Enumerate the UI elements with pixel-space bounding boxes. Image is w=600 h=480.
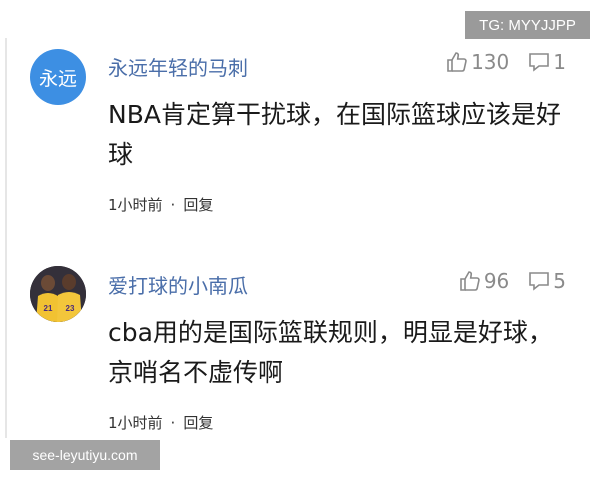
comment-bubble-icon [527, 269, 551, 293]
top-right-watermark: TG: MYYJJPP [465, 11, 590, 39]
avatar-initials: 永远 [38, 67, 77, 90]
like-button[interactable]: 96 [458, 269, 509, 293]
avatar[interactable]: 永远 [30, 49, 86, 105]
comment-actions: 130 1 [445, 50, 566, 74]
reply-button[interactable]: 1 [527, 50, 566, 74]
comment-text: NBA肯定算干扰球，在国际篮球应该是好球 [108, 100, 561, 169]
comment-username[interactable]: 爱打球的小南瓜 [108, 270, 248, 299]
like-count: 130 [471, 50, 510, 74]
thumbs-up-icon [445, 50, 469, 74]
reply-link[interactable]: 回复 [183, 194, 213, 215]
reply-button[interactable]: 5 [527, 269, 566, 293]
players-avatar-image: 21 23 [30, 266, 86, 322]
meta-separator: · [170, 413, 176, 432]
comment-time: 1小时前 [108, 196, 163, 214]
meta-separator: · [170, 195, 176, 214]
avatar[interactable]: 21 23 [30, 266, 86, 322]
jersey-number: 21 [44, 304, 53, 313]
left-divider [5, 38, 7, 438]
comment-username[interactable]: 永远年轻的马刺 [108, 52, 248, 81]
reply-count: 5 [553, 269, 566, 293]
comment-text: cba用的是国际篮联规则，明显是好球，京哨名不虚传啊 [108, 318, 553, 387]
like-button[interactable]: 130 [445, 50, 509, 74]
like-count: 96 [483, 269, 510, 293]
comment-bubble-icon [527, 50, 551, 74]
jersey-number: 23 [66, 304, 75, 313]
comment-actions: 96 5 [458, 269, 566, 293]
reply-count: 1 [553, 50, 566, 74]
comment-meta: 1小时前 · 回复 [108, 412, 213, 433]
comment-meta: 1小时前 · 回复 [108, 194, 213, 215]
reply-link[interactable]: 回复 [183, 412, 213, 433]
thumbs-up-icon [458, 269, 482, 293]
comment-time: 1小时前 [108, 414, 163, 432]
bottom-left-watermark: see-leyutiyu.com [10, 440, 160, 470]
